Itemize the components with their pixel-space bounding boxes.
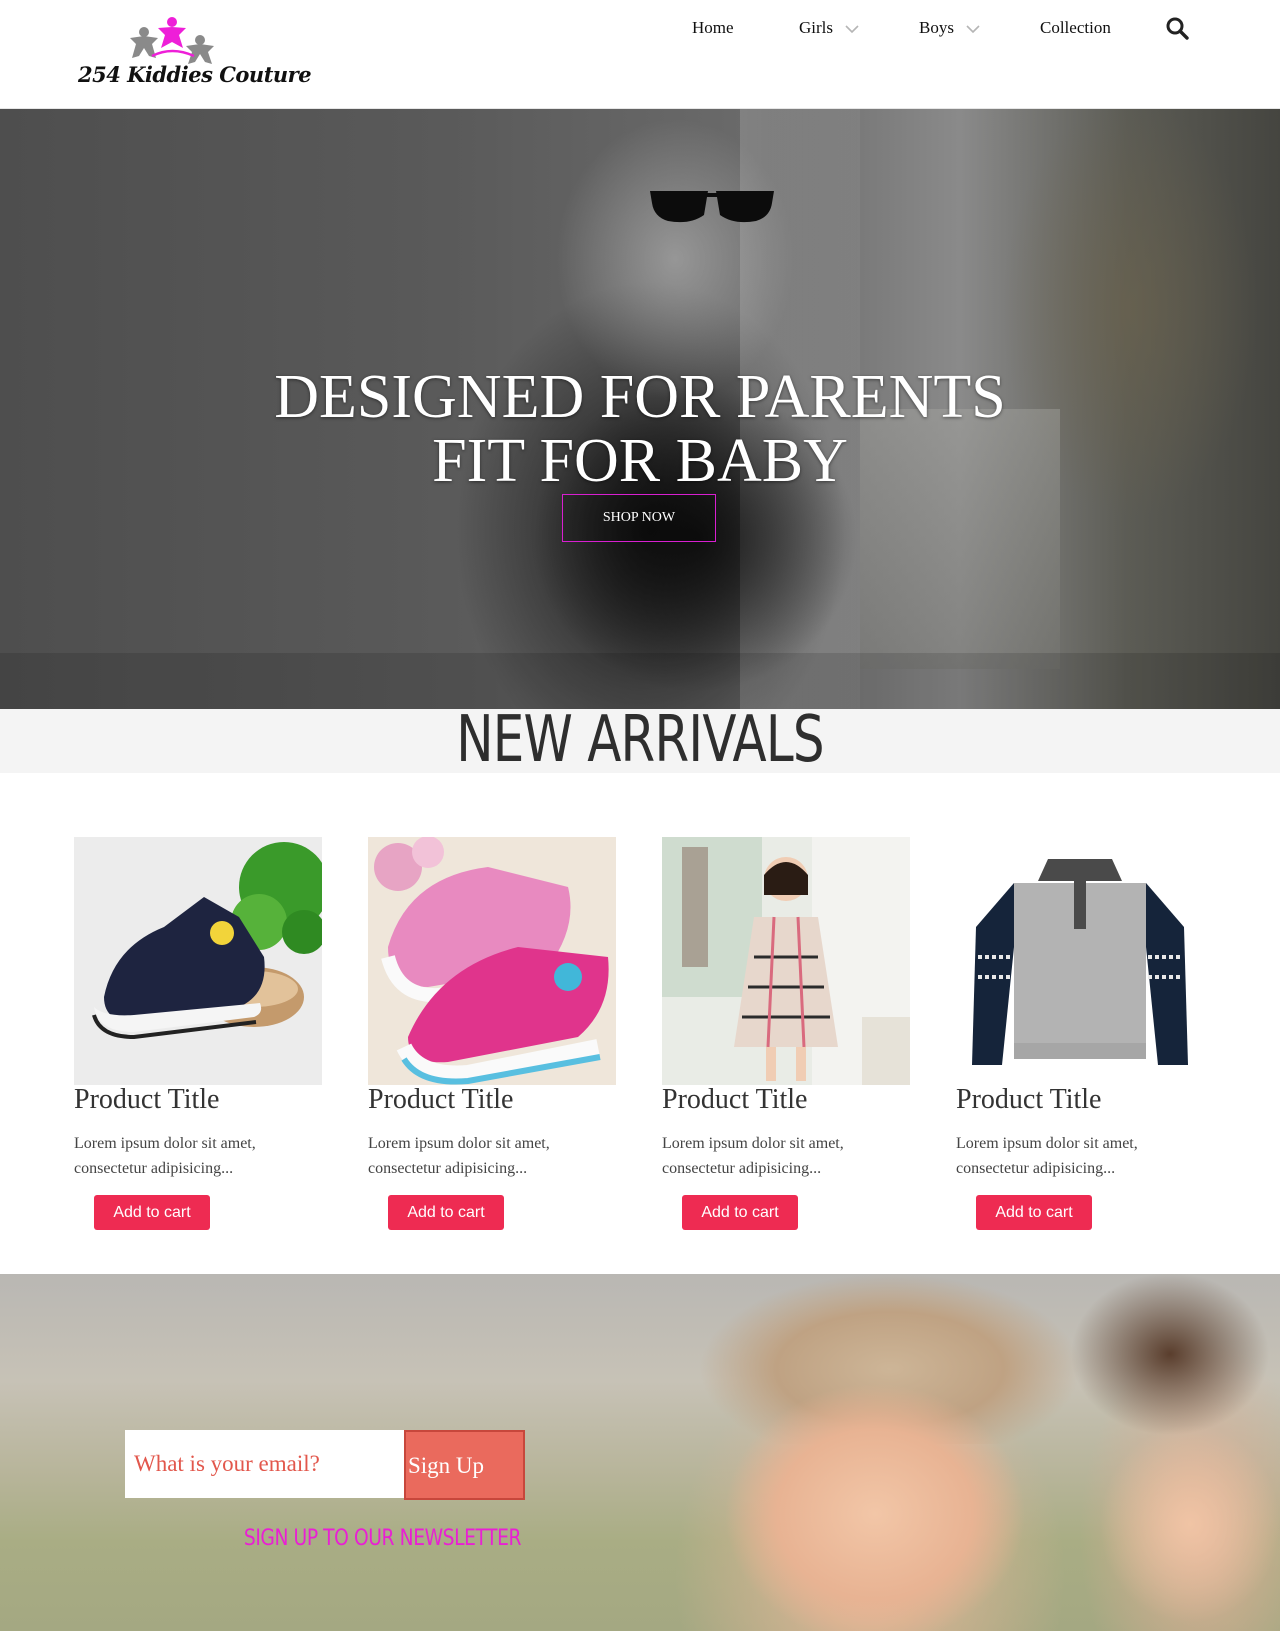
add-to-cart-button[interactable]: Add to cart	[976, 1195, 1092, 1230]
hero-title-line1: DESIGNED FOR PARENTS	[274, 363, 1006, 431]
sunglasses-icon	[650, 191, 774, 223]
nav-collection[interactable]: Collection	[1040, 18, 1111, 38]
product-image[interactable]	[74, 837, 322, 1085]
chevron-down-icon	[966, 25, 980, 33]
nav-collection-label: Collection	[1040, 18, 1111, 37]
nav-home-label: Home	[692, 18, 734, 37]
section-title-new-arrivals: NEW ARRIVALS	[456, 703, 824, 777]
product-image[interactable]	[956, 837, 1204, 1085]
main-nav: Home Girls Boys Collection	[0, 18, 1280, 42]
product-description: Lorem ipsum dolor sit amet, consectetur …	[74, 1135, 256, 1177]
product-image[interactable]	[368, 837, 616, 1085]
newsletter-caption: SIGN UP TO OUR NEWSLETTER	[243, 1526, 522, 1551]
product-description: Lorem ipsum dolor sit amet, consectetur …	[956, 1135, 1138, 1177]
pink-sneakers-image	[368, 837, 616, 1085]
nav-home[interactable]: Home	[692, 18, 734, 38]
navy-sneaker-image	[74, 837, 322, 1085]
logo-text: 254 Kiddies Couture	[78, 62, 312, 87]
product-title[interactable]: Product Title	[662, 1084, 807, 1116]
search-icon[interactable]	[1165, 16, 1189, 40]
email-field[interactable]	[125, 1430, 405, 1498]
sign-up-button[interactable]: Sign Up	[404, 1430, 525, 1500]
hero-title-line2: FIT FOR BABY	[432, 427, 848, 495]
product-title[interactable]: Product Title	[74, 1084, 219, 1116]
product-title[interactable]: Product Title	[368, 1084, 513, 1116]
nav-girls[interactable]: Girls	[799, 18, 859, 38]
plaid-dress-girl-image	[662, 837, 910, 1085]
shop-now-button[interactable]: SHOP NOW	[562, 494, 716, 542]
product-title[interactable]: Product Title	[956, 1084, 1101, 1116]
nav-boys-label: Boys	[919, 18, 954, 37]
nav-boys[interactable]: Boys	[919, 18, 980, 38]
grey-knit-sweater-image	[956, 837, 1204, 1085]
newsletter-photo-boy	[1090, 1404, 1280, 1631]
site-header: 254 Kiddies Couture Home Girls Boys Coll…	[0, 0, 1280, 109]
product-description: Lorem ipsum dolor sit amet, consectetur …	[662, 1135, 844, 1177]
product-description: Lorem ipsum dolor sit amet, consectetur …	[368, 1135, 550, 1177]
add-to-cart-button[interactable]: Add to cart	[682, 1195, 798, 1230]
hero-title: DESIGNED FOR PARENTS FIT FOR BABY	[0, 365, 1280, 493]
newsletter-section: Sign Up SIGN UP TO OUR NEWSLETTER	[0, 1274, 1280, 1631]
add-to-cart-button[interactable]: Add to cart	[94, 1195, 210, 1230]
newsletter-photo-girl	[720, 1384, 1030, 1631]
chevron-down-icon	[845, 25, 859, 33]
hero-banner: DESIGNED FOR PARENTS FIT FOR BABY SHOP N…	[0, 109, 1280, 709]
nav-girls-label: Girls	[799, 18, 833, 37]
add-to-cart-button[interactable]: Add to cart	[388, 1195, 504, 1230]
product-image[interactable]	[662, 837, 910, 1085]
